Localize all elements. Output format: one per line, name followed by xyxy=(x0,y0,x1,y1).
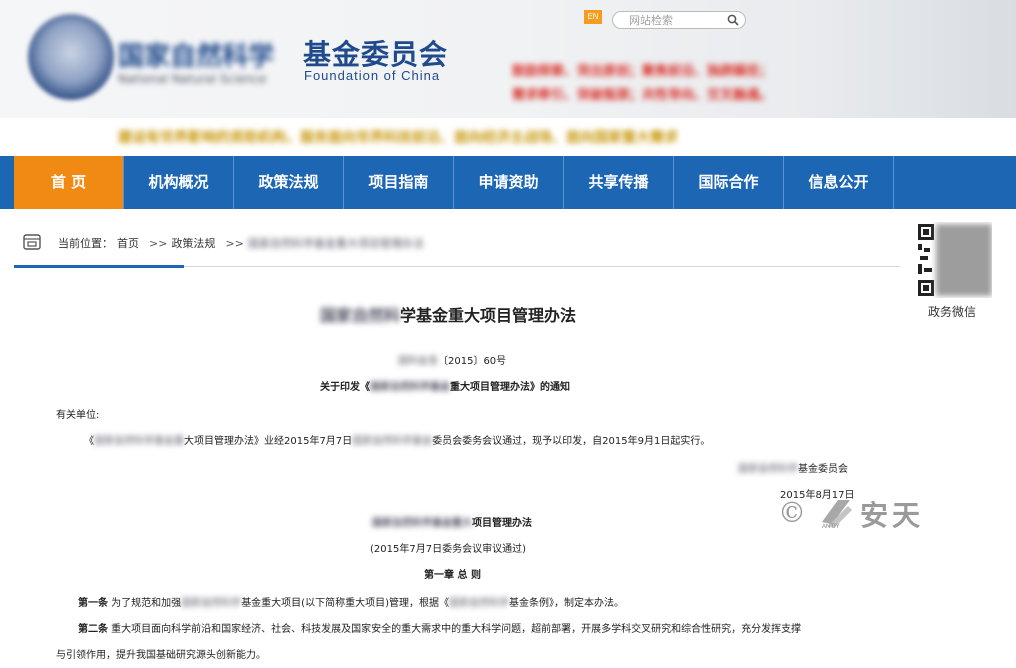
breadcrumb-current: 国家自然科学基金重大项目管理办法 xyxy=(247,237,424,250)
slogan-line-1: 鼓励探索、突出原创；聚焦前沿、独辟蹊径； xyxy=(512,64,773,79)
qr-code-label: 政务微信 xyxy=(928,305,977,319)
breadcrumb-section-link[interactable]: 政策法规 xyxy=(171,237,215,250)
logo-emblem-icon[interactable] xyxy=(28,14,114,100)
notice-paragraph: 《国家自然科学基金重大项目管理办法》业经2015年7月7日国家自然科学基金委员会… xyxy=(84,432,710,447)
article-1-prefix: 为了规范和加强 xyxy=(108,598,182,609)
document-number: 国科金发〔2015〕60号 xyxy=(398,352,506,367)
nav-item-home[interactable]: 首 页 xyxy=(14,156,124,209)
document-title-text: 学基金重大项目管理办法 xyxy=(400,306,577,325)
article-1-blurred: 国家自然科学 xyxy=(181,598,242,609)
logo-subtitle: Foundation of China xyxy=(304,68,441,83)
breadcrumb-prefix: 当前位置： xyxy=(58,237,113,250)
chapter-title: 第一章 总 则 xyxy=(424,570,481,581)
watermark-small-text: ANTIY xyxy=(822,524,840,530)
signature-text: 基金委员会 xyxy=(798,464,848,475)
signature: 国家自然科学基金委员会 xyxy=(738,460,848,475)
para-blurred-1: 国家自然科学基金重 xyxy=(94,436,184,447)
regulation-title: 国家自然科学基金重大项目管理办法 xyxy=(372,514,532,529)
main-nav: 首 页 机构概况 政策法规 项目指南 申请资助 共享传播 国际合作 信息公开 xyxy=(0,156,1016,209)
logo-title[interactable]: 基金委员会 xyxy=(303,33,448,73)
antiy-watermark: © 安天 ANTIY xyxy=(778,494,948,534)
mission-banner-text: 建设有世界影响的资助机构，服务面向世界科技前沿、面向经济主战场、面向国家重大需求 xyxy=(118,130,678,146)
breadcrumb-separator: >> xyxy=(225,237,244,250)
article-1-suffix: 基金条例》，制定本办法。 xyxy=(509,598,624,609)
para-mid: 大项目管理办法》业经2015年7月7日 xyxy=(184,436,353,447)
article-1-label: 第一条 xyxy=(78,598,108,609)
nav-item-international[interactable]: 国际合作 xyxy=(674,156,784,209)
regulation-title-blurred: 国家自然科学基金重大 xyxy=(372,518,472,529)
logo-blurred-text: 国家自然科学 xyxy=(118,42,275,72)
watermark-text: 安天 xyxy=(860,499,925,532)
nav-item-guide[interactable]: 项目指南 xyxy=(344,156,454,209)
salutation: 有关单位: xyxy=(56,410,100,421)
breadcrumb: 当前位置： 首页 >> 政策法规 >> 国家自然科学基金重大项目管理办法 xyxy=(14,226,900,268)
regulation-title-text: 项目管理办法 xyxy=(472,518,532,529)
mission-banner: 建设有世界影响的资助机构，服务面向世界科技前沿、面向经济主战场、面向国家重大需求 xyxy=(0,118,1016,156)
article-2-label: 第二条 xyxy=(78,624,108,635)
article-2-text: 重大项目面向科学前沿和国家经济、社会、科技发展及国家安全的重大需求中的重大科学问… xyxy=(108,624,802,635)
para-suffix: 委员会委务会议通过，现予以印发，自2015年9月1日起实行。 xyxy=(432,436,711,447)
breadcrumb-separator: >> xyxy=(149,237,168,250)
qr-code-icon xyxy=(916,222,992,298)
logo-blurred-subtext: National Natural Science xyxy=(118,72,267,86)
breadcrumb-accent-bar xyxy=(14,265,184,268)
nav-item-apply[interactable]: 申请资助 xyxy=(454,156,564,209)
para-prefix: 《 xyxy=(84,436,94,447)
notice-suffix: 重大项目管理办法》的通知 xyxy=(450,382,570,393)
notice-blurred: 国家自然科学基金 xyxy=(370,382,450,393)
notice-title: 关于印发《国家自然科学基金重大项目管理办法》的通知 xyxy=(320,378,570,393)
document-title-blurred: 国家自然科 xyxy=(320,306,401,325)
document-number-text: 〔2015〕60号 xyxy=(438,356,507,367)
header-slogan: 鼓励探索、突出原创；聚焦前沿、独辟蹊径； 需求牵引、突破瓶颈；共性导向、交叉融通… xyxy=(512,60,892,108)
site-header: 国家自然科学 National Natural Science 基金委员会 Fo… xyxy=(0,0,1016,118)
breadcrumb-text: 当前位置： 首页 >> 政策法规 >> 国家自然科学基金重大项目管理办法 xyxy=(58,235,428,251)
nav-item-organization[interactable]: 机构概况 xyxy=(124,156,234,209)
search-box xyxy=(612,11,746,29)
article-1: 第一条 为了规范和加强国家自然科学基金重大项目(以下简称重大项目)管理，根据《国… xyxy=(78,594,624,609)
search-icon[interactable] xyxy=(726,13,740,27)
nav-item-disclosure[interactable]: 信息公开 xyxy=(784,156,894,209)
article-2-continued: 与引领作用，提升我国基础研究源头创新能力。 xyxy=(56,650,266,661)
article-1-blurred-2: 国家自然科学 xyxy=(449,598,509,609)
approval-note: (2015年7月7日委务会议审议通过) xyxy=(370,544,526,555)
copyright-icon: © xyxy=(778,496,806,529)
document-number-blurred: 国科金发 xyxy=(398,356,438,367)
signature-blurred: 国家自然科学 xyxy=(738,464,798,475)
article-2: 第二条 重大项目面向科学前沿和国家经济、社会、科技发展及国家安全的重大需求中的重… xyxy=(78,620,801,635)
article-1-mid: 基金重大项目(以下简称重大项目)管理，根据《 xyxy=(241,598,449,609)
nav-item-sharing[interactable]: 共享传播 xyxy=(564,156,674,209)
english-language-button[interactable]: EN xyxy=(584,10,602,24)
para-blurred-2: 国家自然科学基金 xyxy=(352,436,433,447)
slogan-line-2: 需求牵引、突破瓶颈；共性导向、交叉融通。 xyxy=(512,88,773,103)
document-title: 国家自然科学基金重大项目管理办法 xyxy=(320,302,576,326)
search-input[interactable] xyxy=(629,13,725,27)
breadcrumb-home-link[interactable]: 首页 xyxy=(117,237,139,250)
nav-item-policies[interactable]: 政策法规 xyxy=(234,156,344,209)
location-icon xyxy=(23,234,41,250)
notice-prefix: 关于印发《 xyxy=(320,382,370,393)
